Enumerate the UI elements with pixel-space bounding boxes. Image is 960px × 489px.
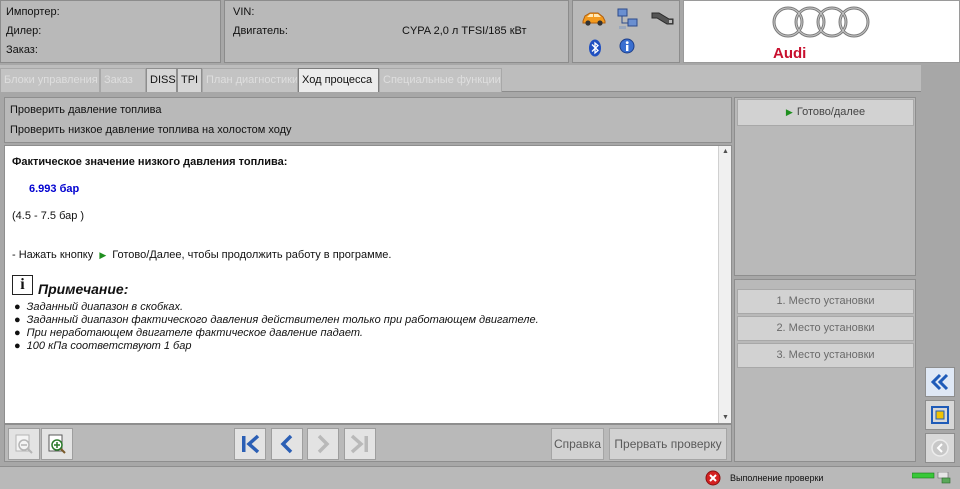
green-arrow-icon: ▶ [99, 250, 107, 260]
engine-label: Двигатель: [233, 25, 288, 37]
note-item: ● При неработающем двигателе фактическое … [14, 327, 363, 339]
status-bar: Выполнение проверки [0, 466, 960, 489]
audi-brand-text: Audi [773, 45, 807, 62]
previous-button[interactable] [271, 428, 303, 460]
last-page-button[interactable] [344, 428, 376, 460]
arrow-right-icon [317, 434, 330, 454]
instruction-suffix: Готово/Далее, чтобы продолжить работу в … [112, 249, 392, 261]
order-label: Заказ: [6, 44, 38, 56]
scroll-up-icon[interactable]: ▲ [722, 148, 729, 155]
disabled-circle-icon [931, 439, 949, 457]
green-arrow-icon: ▶ [785, 107, 793, 117]
info-icon: i [12, 275, 33, 295]
tab-diss[interactable]: DISS [146, 68, 177, 92]
next-button[interactable] [307, 428, 339, 460]
header-customer-info: Импортер: Дилер: Заказ: [0, 0, 221, 63]
diagnostic-plug-icon[interactable] [649, 9, 675, 30]
note-item: ● Заданный диапазон в скобках. [14, 301, 184, 313]
content-scrollbar[interactable]: ▲ ▼ [718, 146, 731, 423]
instruction-content: Фактическое значение низкого давления то… [4, 145, 732, 424]
status-text: Выполнение проверки [730, 473, 824, 483]
dealer-label: Дилер: [6, 25, 42, 37]
vehicle-icon[interactable] [581, 9, 607, 30]
measured-value: 6.993 бар [29, 183, 80, 195]
location-1-button[interactable]: 1. Место установки [737, 289, 914, 314]
skip-first-icon [242, 434, 260, 454]
instruction-line: - Нажать кнопку ▶ Готово/Далее, чтобы пр… [12, 249, 391, 261]
window-button[interactable] [925, 400, 955, 430]
location-3-button[interactable]: 3. Место установки [737, 343, 914, 368]
tab-special-functions[interactable]: Специальные функции [379, 68, 502, 92]
note-item: ● 100 кПа соответствуют 1 бар [14, 340, 192, 352]
zoom-out-icon [15, 434, 33, 454]
arrow-left-icon [280, 434, 293, 454]
info-badge-icon[interactable] [618, 37, 638, 60]
error-icon [705, 470, 721, 489]
side-action-panel: ▶ Готово/далее [734, 97, 916, 276]
side-location-panel: 1. Место установки 2. Место установки 3.… [734, 279, 916, 462]
abort-test-button[interactable]: Прервать проверку [609, 428, 727, 460]
bluetooth-icon[interactable] [588, 39, 602, 60]
bottom-toolbar: Справка Прервать проверку [4, 424, 732, 462]
connection-indicator-icon [911, 471, 952, 487]
header-vehicle-info: VIN: Двигатель: CYPA 2,0 л TFSI/185 кВт [224, 0, 569, 63]
step-title-main: Проверить давление топлива [10, 104, 162, 116]
tab-diagnostic-plan[interactable]: План диагностики [202, 68, 298, 92]
double-chevron-left-icon [930, 373, 949, 391]
step-title-sub: Проверить низкое давление топлива на хол… [10, 124, 292, 136]
network-computer-icon[interactable] [616, 7, 640, 34]
measurement-heading: Фактическое значение низкого давления то… [12, 156, 288, 168]
header-status-icons [572, 0, 680, 63]
note-title: Примечание: [38, 281, 129, 297]
skip-last-icon [350, 434, 368, 454]
tab-control-units[interactable]: Блоки управления [0, 68, 100, 92]
note-item: ● Заданный диапазон фактического давления… [14, 314, 539, 326]
zoom-in-button[interactable] [41, 428, 73, 460]
tab-process[interactable]: Ход процесса [298, 68, 379, 92]
cancel-circle-button[interactable] [925, 433, 955, 463]
help-button[interactable]: Справка [551, 428, 604, 460]
zoom-in-icon [48, 434, 66, 454]
location-2-button[interactable]: 2. Место установки [737, 316, 914, 341]
audi-logo: Audi [683, 0, 960, 63]
done-next-label: Готово/далее [796, 106, 866, 118]
tab-order[interactable]: Заказ [100, 68, 146, 92]
engine-value: CYPA 2,0 л TFSI/185 кВт [402, 25, 527, 37]
frame-icon [931, 406, 949, 424]
instruction-prefix: - Нажать кнопку [12, 249, 94, 261]
first-page-button[interactable] [234, 428, 266, 460]
test-step-title: Проверить давление топлива Проверить низ… [4, 97, 732, 143]
main-tab-bar: Блоки управления Заказ DISS TPI План диа… [0, 65, 921, 92]
importer-label: Импортер: [6, 6, 60, 18]
tab-tpi[interactable]: TPI [177, 68, 202, 92]
zoom-out-button[interactable] [8, 428, 40, 460]
collapse-button[interactable] [925, 367, 955, 397]
vin-label: VIN: [233, 6, 255, 18]
scroll-down-icon[interactable]: ▼ [722, 414, 729, 421]
done-next-button[interactable]: ▶ Готово/далее [737, 99, 914, 126]
target-range: (4.5 - 7.5 бар ) [12, 210, 85, 222]
